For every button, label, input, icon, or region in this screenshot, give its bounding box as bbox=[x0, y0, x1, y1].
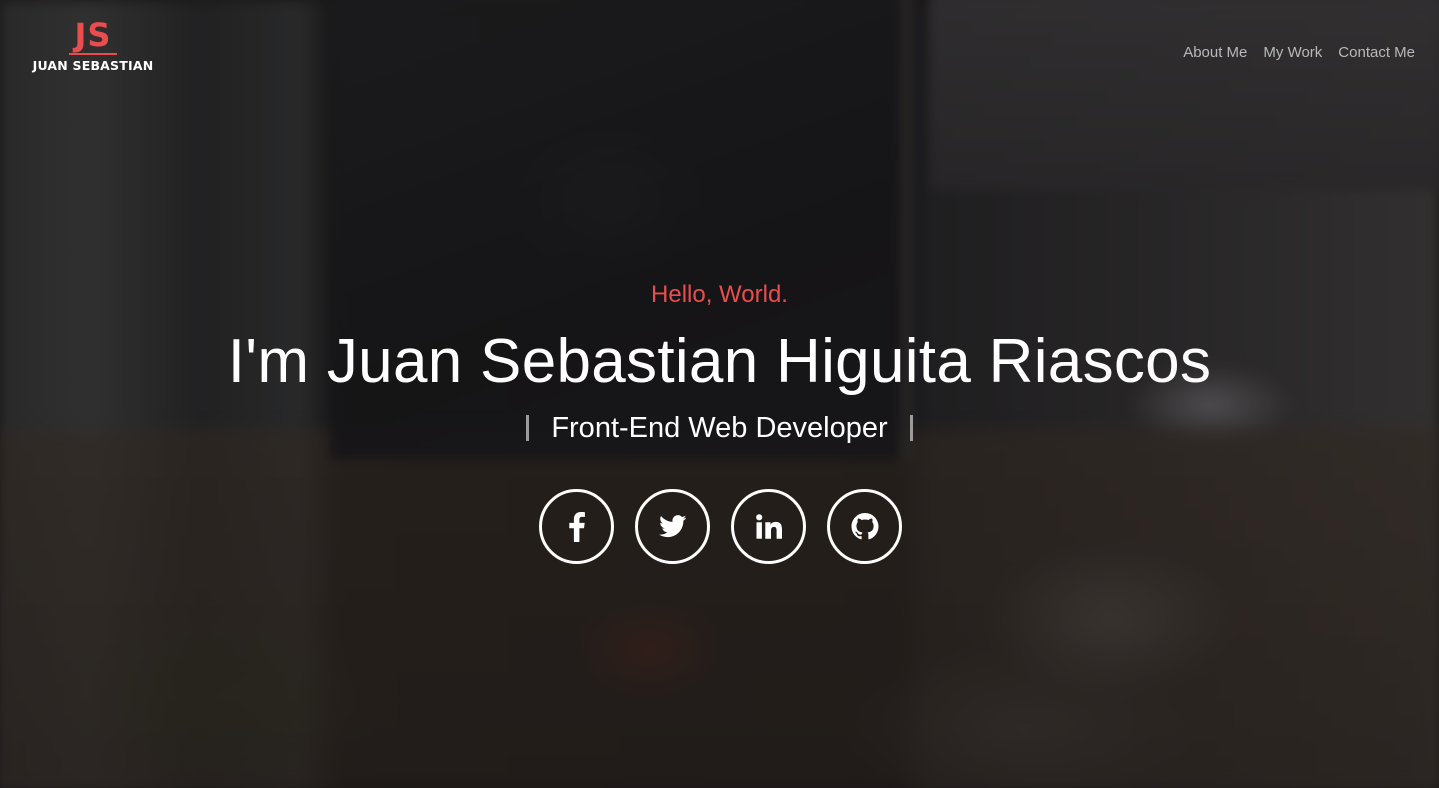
logo-wordmark: JUAN SEBASTIAN bbox=[32, 58, 154, 73]
intro-block: Hello, World. I'm Juan Sebastian Higuita… bbox=[0, 280, 1439, 446]
github-button[interactable] bbox=[827, 489, 902, 564]
twitter-icon bbox=[658, 515, 687, 538]
facebook-button[interactable] bbox=[539, 489, 614, 564]
hero-section: JS JUAN SEBASTIAN About Me My Work Conta… bbox=[0, 0, 1439, 788]
linkedin-button[interactable] bbox=[731, 489, 806, 564]
social-links bbox=[539, 489, 902, 564]
linkedin-icon bbox=[755, 514, 782, 539]
main-nav: About Me My Work Contact Me bbox=[1183, 44, 1415, 62]
nav-contact-me-link[interactable]: Contact Me bbox=[1338, 44, 1415, 62]
brand-logo[interactable]: JS JUAN SEBASTIAN bbox=[30, 18, 156, 73]
role-text: Front-End Web Developer bbox=[551, 412, 888, 444]
twitter-button[interactable] bbox=[635, 489, 710, 564]
hero-heading: I'm Juan Sebastian Higuita Riascos bbox=[227, 327, 1212, 396]
greeting-text: Hello, World. bbox=[651, 281, 788, 308]
role-divider-right bbox=[909, 415, 913, 441]
nav-about-me-link[interactable]: About Me bbox=[1183, 44, 1247, 62]
role-line: Front-End Web Developer bbox=[0, 410, 1439, 446]
role-divider-left bbox=[526, 415, 530, 441]
facebook-icon bbox=[568, 511, 585, 542]
github-icon bbox=[851, 513, 879, 540]
logo-monogram: JS bbox=[74, 16, 112, 54]
nav-my-work-link[interactable]: My Work bbox=[1263, 44, 1322, 62]
